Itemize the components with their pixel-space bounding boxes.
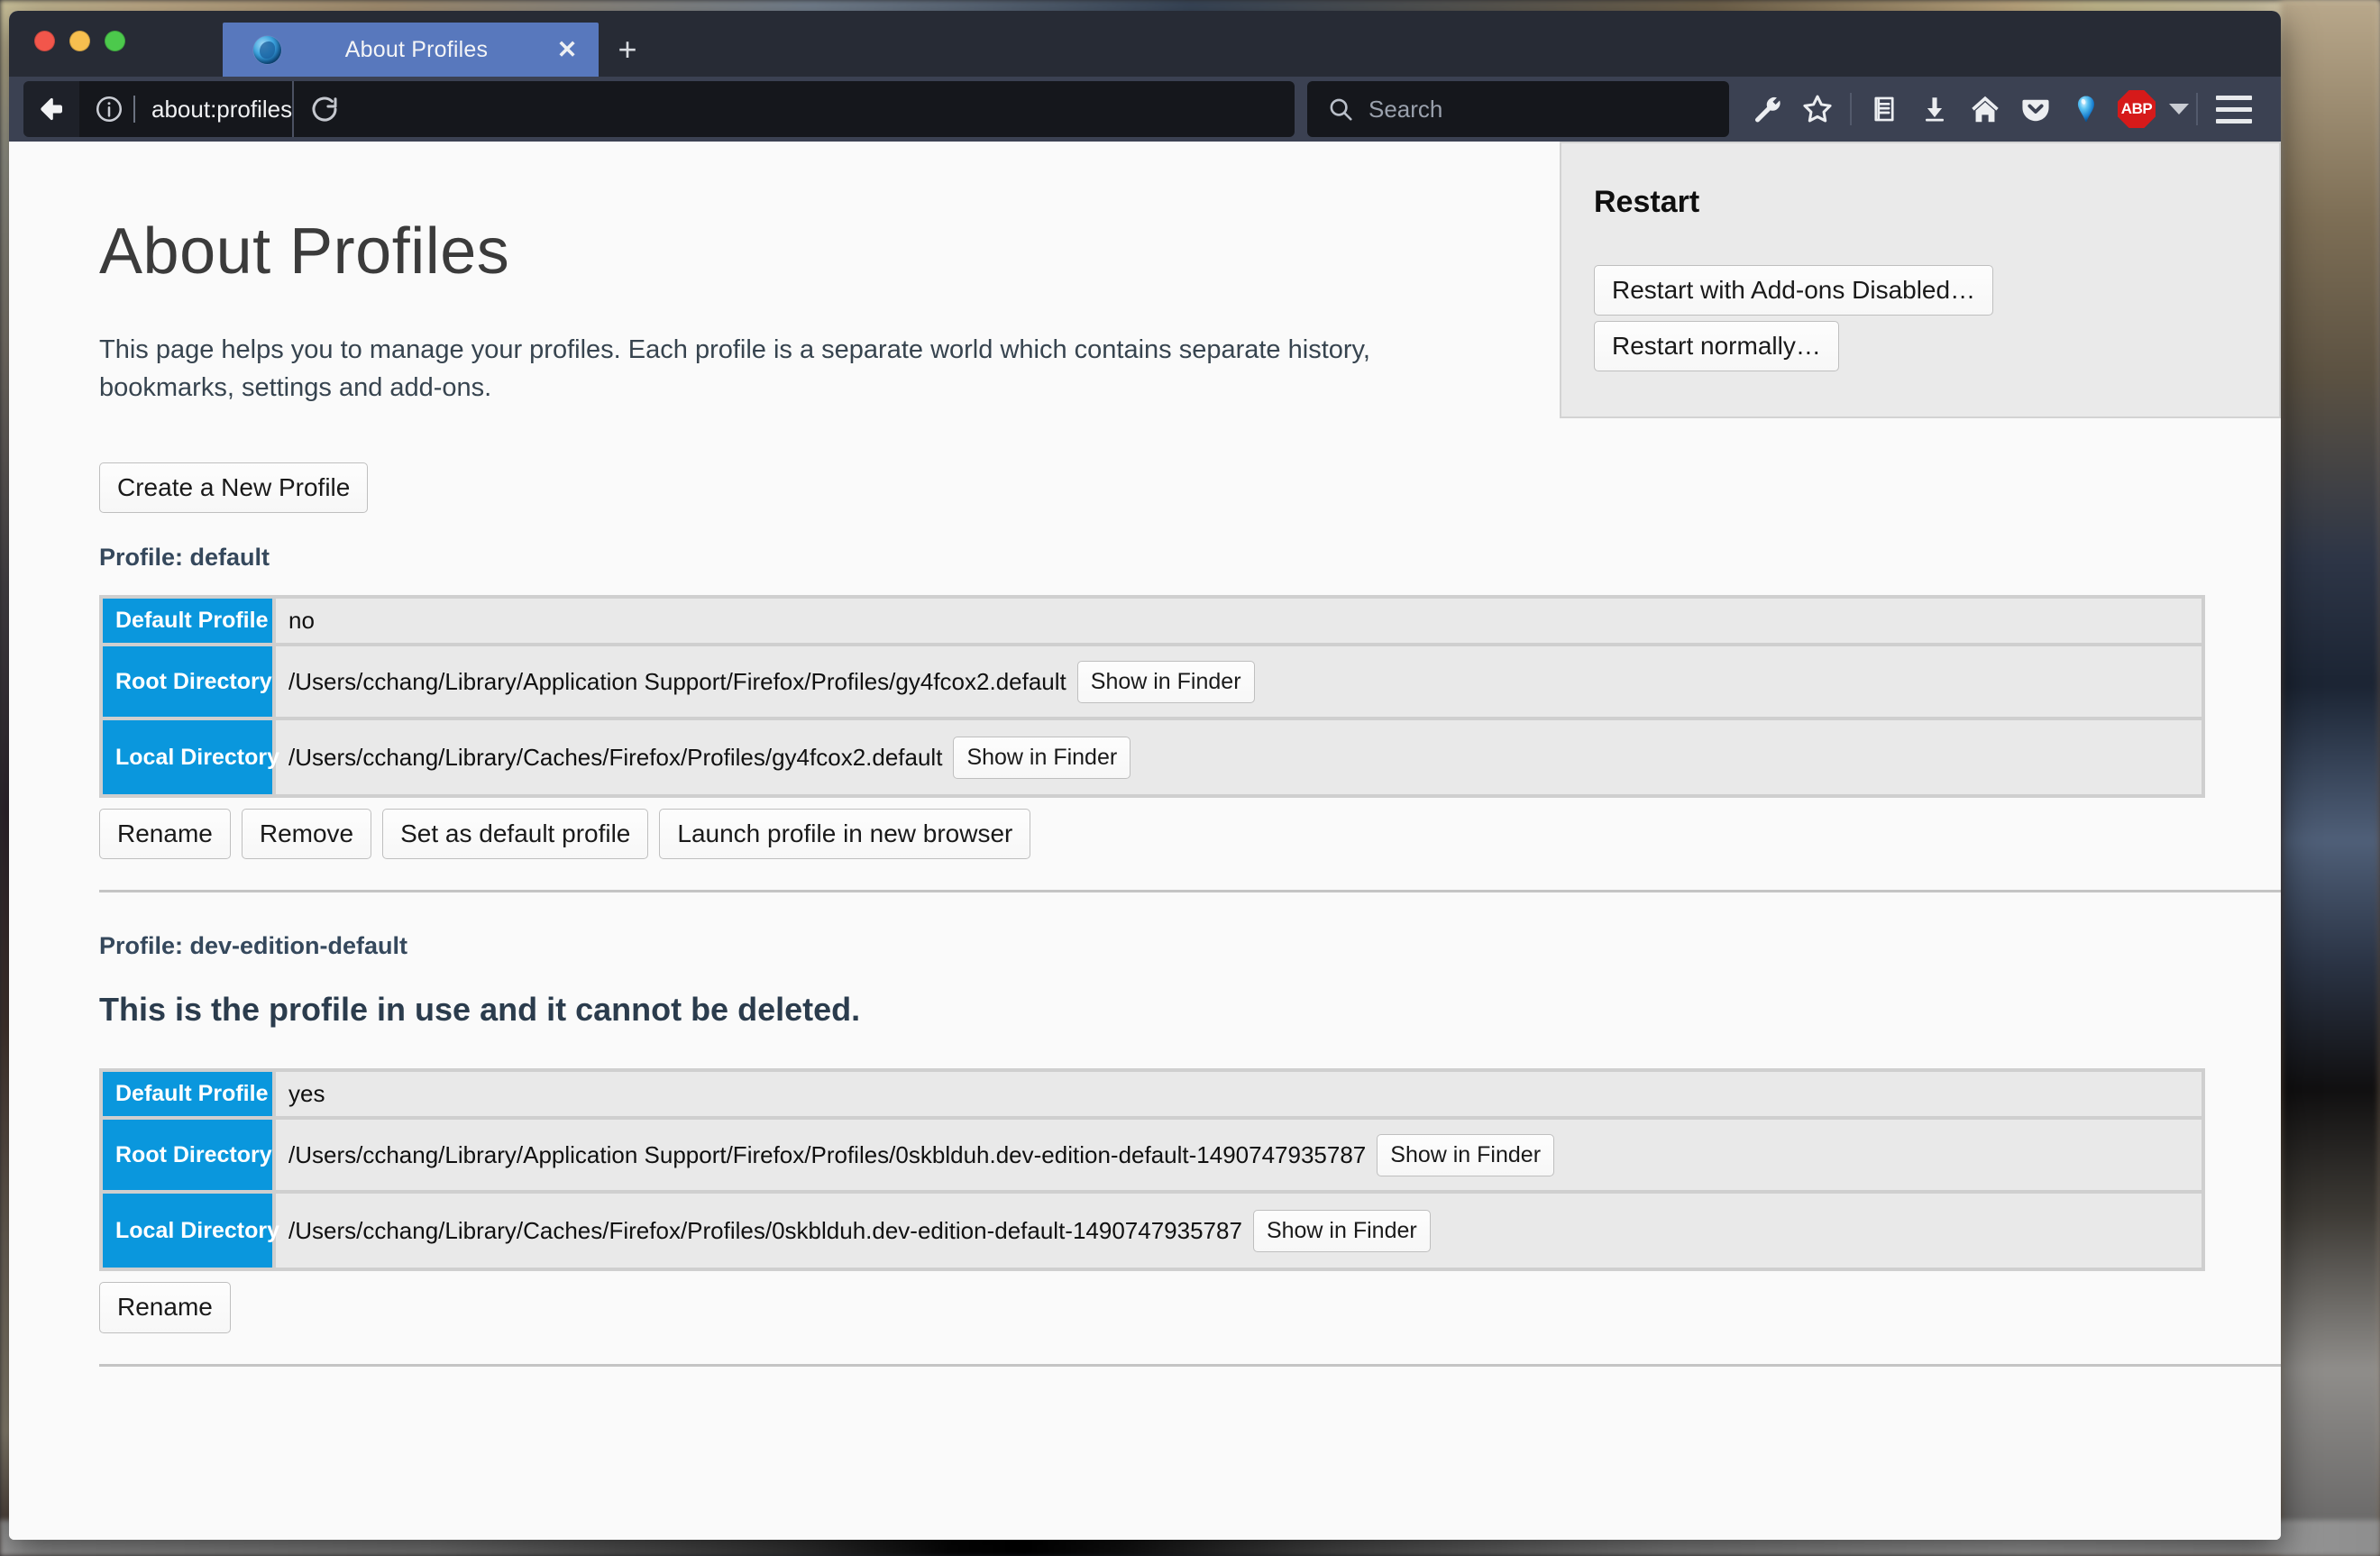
restart-with-addons-disabled-button[interactable]: Restart with Add-ons Disabled… — [1594, 265, 1994, 316]
set-as-default-profile-button[interactable]: Set as default profile — [382, 809, 649, 860]
restart-panel-heading: Restart — [1594, 185, 1700, 219]
row-label-root-directory: Root Directory — [103, 1120, 272, 1194]
page-content: Restart Restart with Add-ons Disabled… R… — [9, 142, 2281, 1540]
info-circle-icon[interactable] — [85, 81, 133, 137]
default-profile-value: no — [288, 607, 315, 635]
rename-profile-button[interactable]: Rename — [99, 809, 231, 860]
row-value-local-directory: /Users/cchang/Library/Caches/Firefox/Pro… — [272, 720, 2202, 795]
navigation-toolbar: about:profiles Search ABP — [9, 77, 2281, 142]
abp-badge: ABP — [2118, 90, 2156, 128]
tab-strip: About Profiles ✕ + — [9, 11, 2281, 77]
row-label-local-directory: Local Directory — [103, 720, 279, 795]
firefox-developer-edition-icon — [253, 35, 281, 64]
row-label-root-directory: Root Directory — [103, 646, 272, 721]
close-icon[interactable]: ✕ — [552, 34, 582, 65]
profile-table-dev-edition: Default Profile yes Root Directory /User… — [99, 1068, 2205, 1272]
hamburger-menu-icon[interactable] — [2209, 84, 2259, 134]
restart-normally-button[interactable]: Restart normally… — [1594, 321, 1839, 372]
toolbar-divider — [1850, 93, 1852, 125]
close-window-button[interactable] — [34, 31, 55, 51]
profile-heading-default: Profile: default — [99, 544, 270, 572]
row-value-default-profile: no — [272, 599, 2202, 647]
root-directory-path: /Users/cchang/Library/Application Suppor… — [288, 667, 1066, 695]
pocket-icon[interactable] — [2010, 84, 2061, 134]
url-bar[interactable]: about:profiles — [79, 81, 1295, 137]
section-divider — [99, 890, 2281, 893]
root-directory-path: /Users/cchang/Library/Application Suppor… — [288, 1140, 1367, 1168]
show-in-finder-button[interactable]: Show in Finder — [1076, 660, 1255, 703]
abp-icon[interactable]: ABP — [2111, 84, 2162, 134]
row-value-local-directory: /Users/cchang/Library/Caches/Firefox/Pro… — [272, 1194, 2202, 1268]
profile-actions-dev-edition: Rename — [99, 1282, 2191, 1333]
profile-table-default: Default Profile no Root Directory /Users… — [99, 595, 2205, 799]
window-traffic-lights — [34, 31, 125, 51]
create-new-profile-button[interactable]: Create a New Profile — [99, 462, 369, 514]
download-icon[interactable] — [1909, 84, 1960, 134]
table-row: Root Directory /Users/cchang/Library/App… — [103, 1120, 2202, 1194]
desktop-background-right-edge — [2281, 0, 2380, 1556]
local-directory-path: /Users/cchang/Library/Caches/Firefox/Pro… — [288, 743, 943, 771]
row-label-local-directory: Local Directory — [103, 1194, 279, 1268]
reload-icon[interactable] — [292, 81, 355, 137]
create-profile-row: Create a New Profile — [99, 462, 2191, 514]
row-value-root-directory: /Users/cchang/Library/Application Suppor… — [272, 1120, 2202, 1194]
back-button[interactable] — [23, 81, 79, 137]
toolbar-icon-group: ABP — [1742, 84, 2205, 134]
table-row: Default Profile yes — [103, 1072, 2202, 1121]
zoom-window-button[interactable] — [105, 31, 125, 51]
local-directory-path: /Users/cchang/Library/Caches/Firefox/Pro… — [288, 1216, 1242, 1244]
row-label-default-profile: Default Profile — [103, 599, 272, 647]
table-row: Root Directory /Users/cchang/Library/App… — [103, 646, 2202, 721]
back-arrow-icon — [35, 93, 68, 125]
browser-tab-about-profiles[interactable]: About Profiles ✕ — [223, 23, 599, 77]
show-in-finder-button[interactable]: Show in Finder — [953, 736, 1131, 779]
show-in-finder-button[interactable]: Show in Finder — [1252, 1210, 1431, 1252]
row-value-default-profile: yes — [272, 1072, 2202, 1121]
toolbar-divider-2 — [2196, 93, 2198, 125]
browser-window: About Profiles ✕ + about:profiles Search… — [9, 11, 2281, 1540]
star-icon[interactable] — [1792, 84, 1843, 134]
table-row: Local Directory /Users/cchang/Library/Ca… — [103, 720, 2202, 795]
rename-profile-button[interactable]: Rename — [99, 1282, 231, 1333]
chevron-down-icon[interactable] — [2169, 104, 2189, 114]
show-in-finder-button[interactable]: Show in Finder — [1377, 1134, 1555, 1176]
about-profiles-page: Restart Restart with Add-ons Disabled… R… — [9, 142, 2281, 1367]
launch-profile-in-new-browser-button[interactable]: Launch profile in new browser — [659, 809, 1031, 860]
default-profile-value: yes — [288, 1080, 325, 1108]
page-description: This page helps you to manage your profi… — [99, 335, 1370, 403]
balloon-icon[interactable] — [2061, 84, 2111, 134]
search-bar[interactable]: Search — [1307, 81, 1729, 137]
url-input[interactable]: about:profiles — [135, 96, 292, 124]
tab-title: About Profiles — [344, 36, 489, 62]
remove-profile-button[interactable]: Remove — [241, 809, 372, 860]
section-divider-bottom — [99, 1363, 2281, 1367]
search-icon — [1327, 96, 1354, 123]
profile-in-use-notice: This is the profile in use and it cannot… — [99, 991, 861, 1029]
profile-actions-default: Rename Remove Set as default profile Lau… — [99, 809, 2191, 860]
wrench-icon[interactable] — [1742, 84, 1792, 134]
profile-heading-dev-edition: Profile: dev-edition-default — [99, 932, 408, 960]
new-tab-button[interactable]: + — [604, 23, 651, 77]
table-row: Local Directory /Users/cchang/Library/Ca… — [103, 1194, 2202, 1268]
library-icon[interactable] — [1859, 84, 1909, 134]
row-value-root-directory: /Users/cchang/Library/Application Suppor… — [272, 646, 2202, 721]
search-input[interactable]: Search — [1368, 96, 1442, 124]
minimize-window-button[interactable] — [69, 31, 90, 51]
row-label-default-profile: Default Profile — [103, 1072, 272, 1121]
home-icon[interactable] — [1960, 84, 2010, 134]
table-row: Default Profile no — [103, 599, 2202, 647]
restart-panel: Restart Restart with Add-ons Disabled… R… — [1560, 142, 2281, 419]
